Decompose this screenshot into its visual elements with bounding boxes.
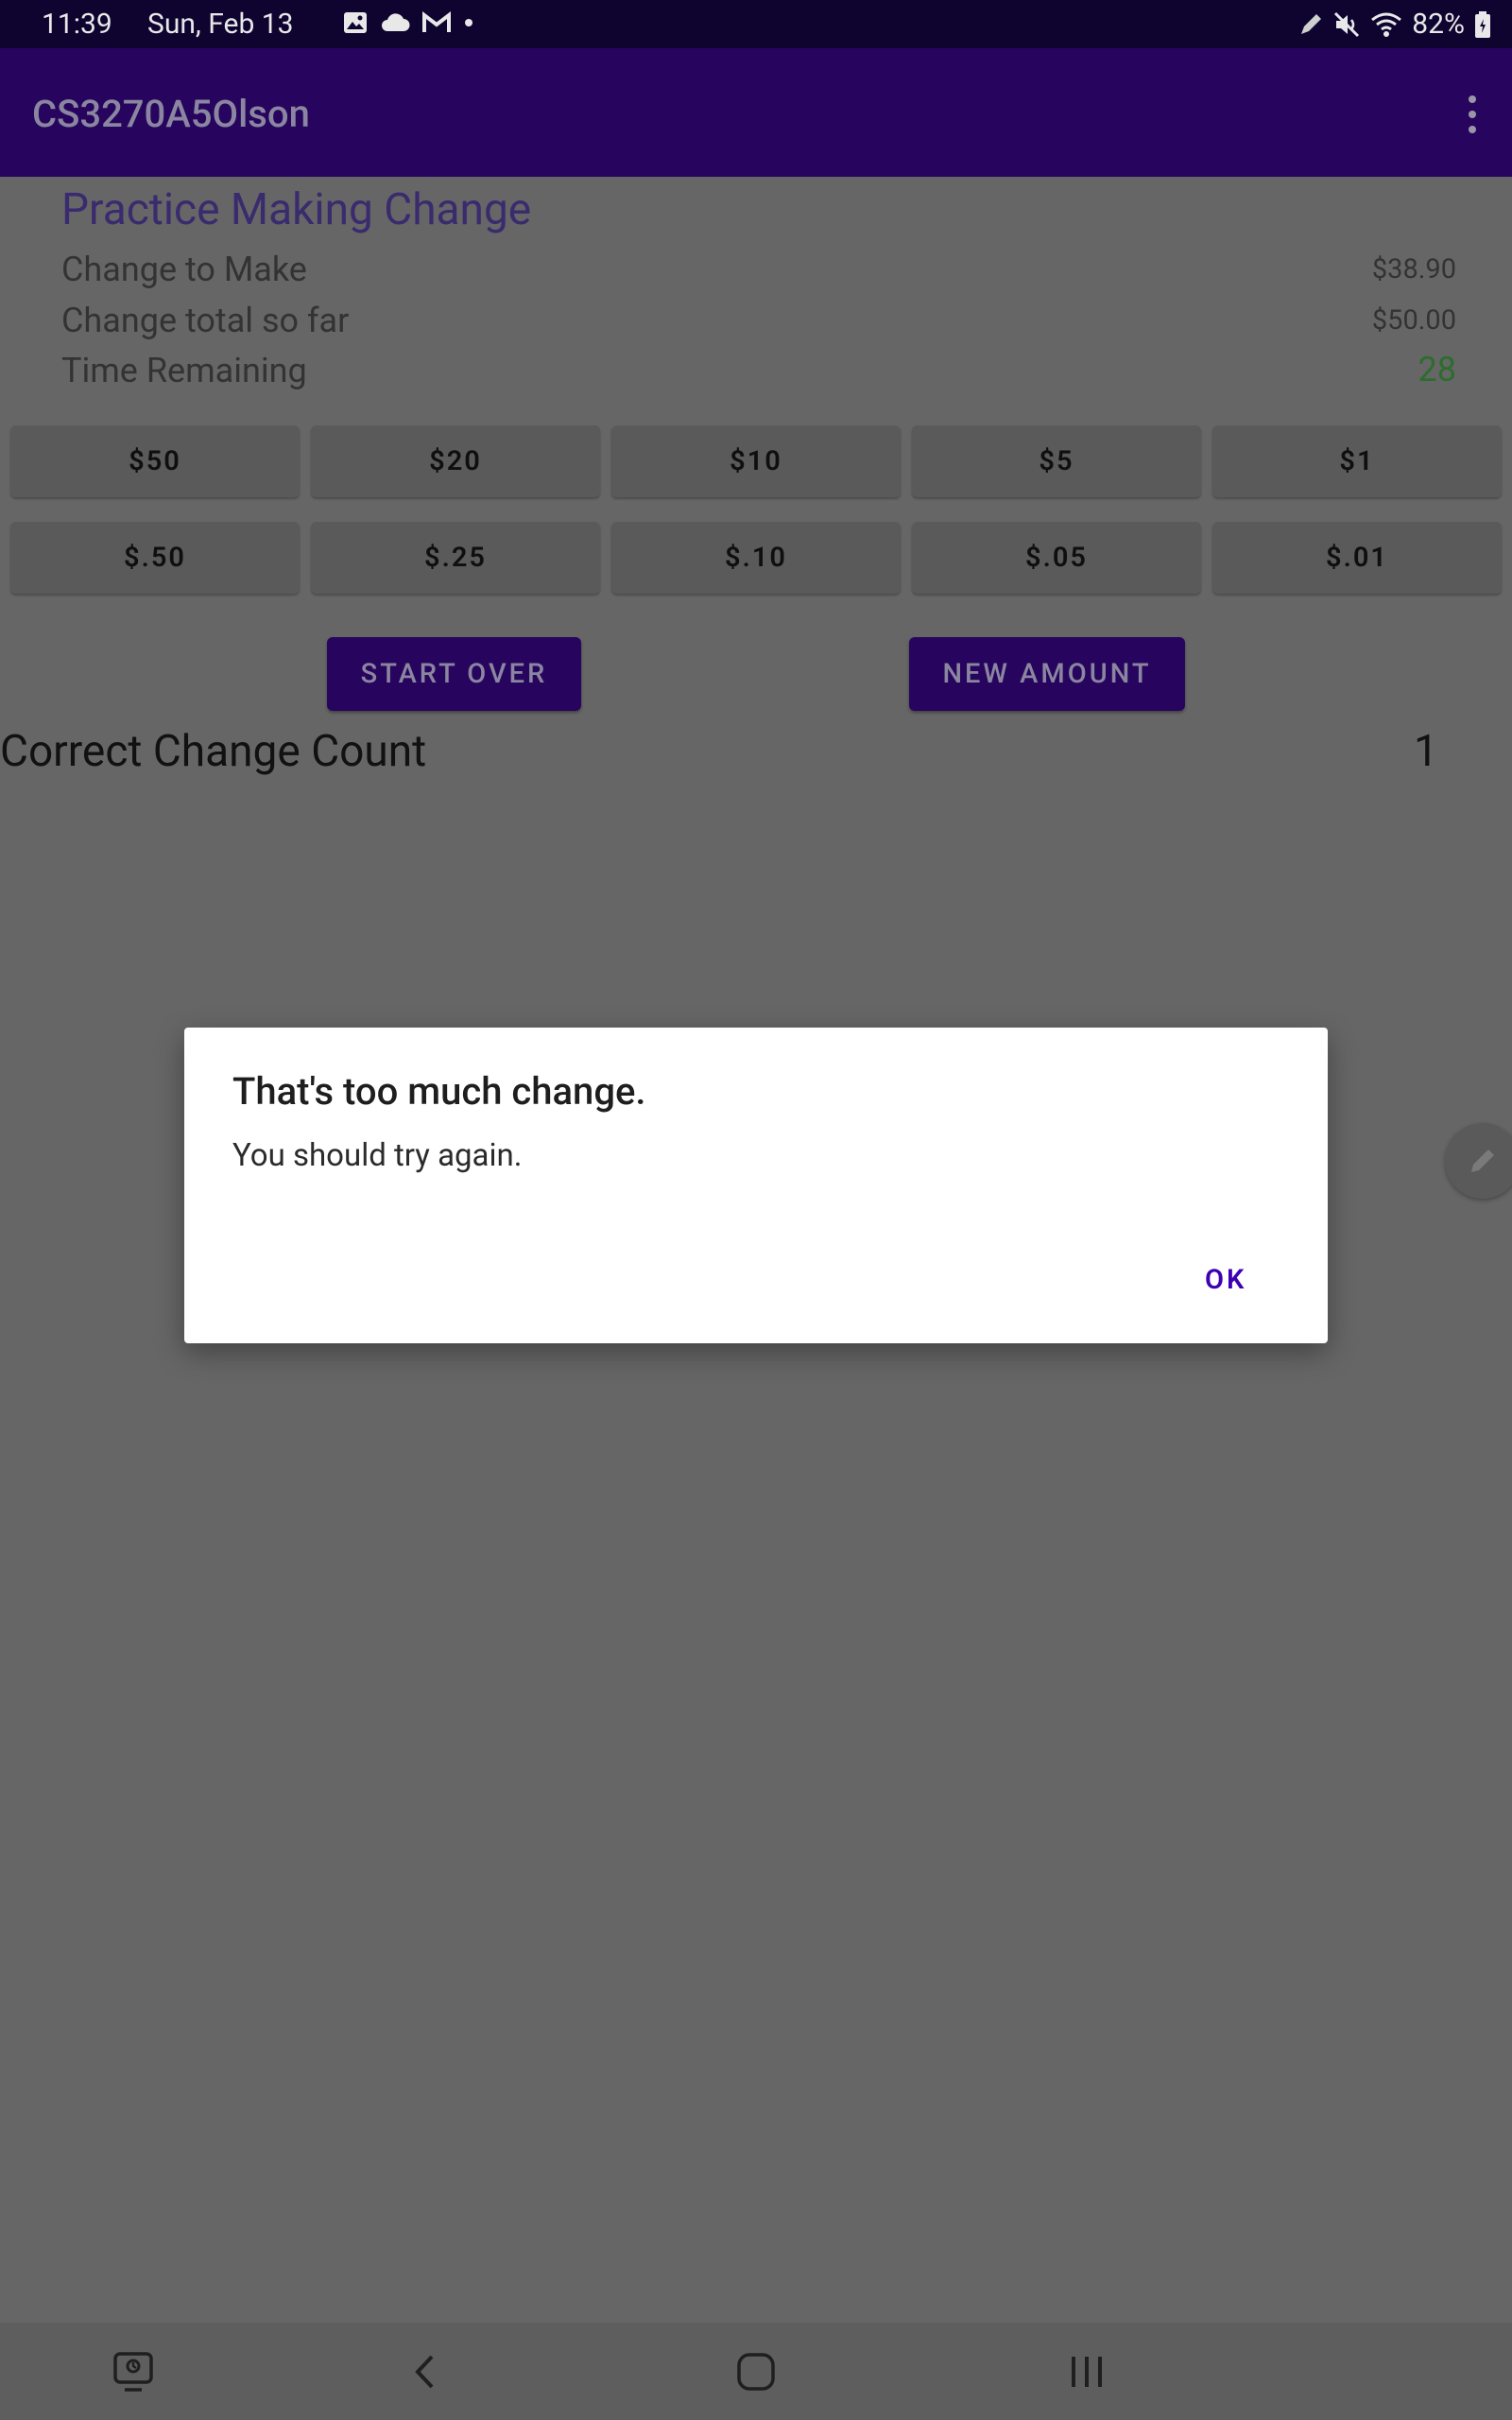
screenshot-icon[interactable] <box>112 2351 155 2393</box>
coin-01-button[interactable]: $.01 <box>1212 522 1502 594</box>
system-icons: 82% <box>1298 8 1491 41</box>
bill-buttons-row: $50 $20 $10 $5 $1 <box>10 425 1502 497</box>
dot-icon <box>465 19 472 26</box>
correct-change-count-value: 1 <box>1414 726 1438 777</box>
pencil-icon <box>1471 1150 1494 1172</box>
status-date: Sun, Feb 13 <box>147 8 294 41</box>
coin-05-button[interactable]: $.05 <box>912 522 1201 594</box>
new-amount-button[interactable]: NEW AMOUNT <box>909 637 1185 711</box>
dialog-ok-button[interactable]: OK <box>1205 1264 1246 1296</box>
status-bar: 11:39 Sun, Feb 13 82% <box>0 0 1512 48</box>
bill-5-button[interactable]: $5 <box>912 425 1201 497</box>
bill-20-button[interactable]: $20 <box>311 425 600 497</box>
change-total-value: $50.00 <box>1371 304 1456 337</box>
gmail-icon <box>422 10 451 32</box>
dialog-title: That's too much change. <box>232 1069 646 1114</box>
coin-25-button[interactable]: $.25 <box>311 522 600 594</box>
change-total-label: Change total so far <box>61 301 350 340</box>
page-title: Practice Making Change <box>61 184 532 235</box>
battery-percent: 82% <box>1412 8 1465 41</box>
battery-icon <box>1475 10 1490 38</box>
app-bar: CS3270A5Olson <box>0 48 1512 177</box>
edit-fab[interactable] <box>1445 1123 1512 1199</box>
coin-buttons-row: $.50 $.25 $.10 $.05 $.01 <box>10 522 1502 594</box>
system-nav-bar <box>0 2323 1512 2420</box>
status-time: 11:39 <box>42 8 112 41</box>
dialog-message: You should try again. <box>232 1137 523 1174</box>
correct-change-count-label: Correct Change Count <box>0 726 427 777</box>
bill-10-button[interactable]: $10 <box>611 425 901 497</box>
coin-10-button[interactable]: $.10 <box>611 522 901 594</box>
recent-apps-icon[interactable] <box>1066 2351 1108 2393</box>
coin-50-button[interactable]: $.50 <box>10 522 300 594</box>
cloud-icon <box>382 13 410 31</box>
bill-50-button[interactable]: $50 <box>10 425 300 497</box>
change-to-make-label: Change to Make <box>61 250 307 289</box>
app-title: CS3270A5Olson <box>32 92 310 136</box>
time-remaining-label: Time Remaining <box>61 351 307 390</box>
gallery-icon <box>344 12 367 33</box>
pen-icon <box>1301 13 1322 34</box>
overflow-menu-icon[interactable] <box>1453 95 1491 133</box>
change-to-make-value: $38.90 <box>1371 253 1456 285</box>
time-remaining-value: 28 <box>1418 350 1456 389</box>
home-icon[interactable] <box>735 2351 777 2393</box>
mute-icon <box>1334 11 1360 37</box>
wifi-icon <box>1371 12 1402 37</box>
alert-dialog: That's too much change. You should try a… <box>184 1028 1328 1343</box>
start-over-button[interactable]: START OVER <box>327 637 581 711</box>
notification-icons <box>342 9 474 36</box>
bill-1-button[interactable]: $1 <box>1212 425 1502 497</box>
back-icon[interactable] <box>406 2351 444 2393</box>
